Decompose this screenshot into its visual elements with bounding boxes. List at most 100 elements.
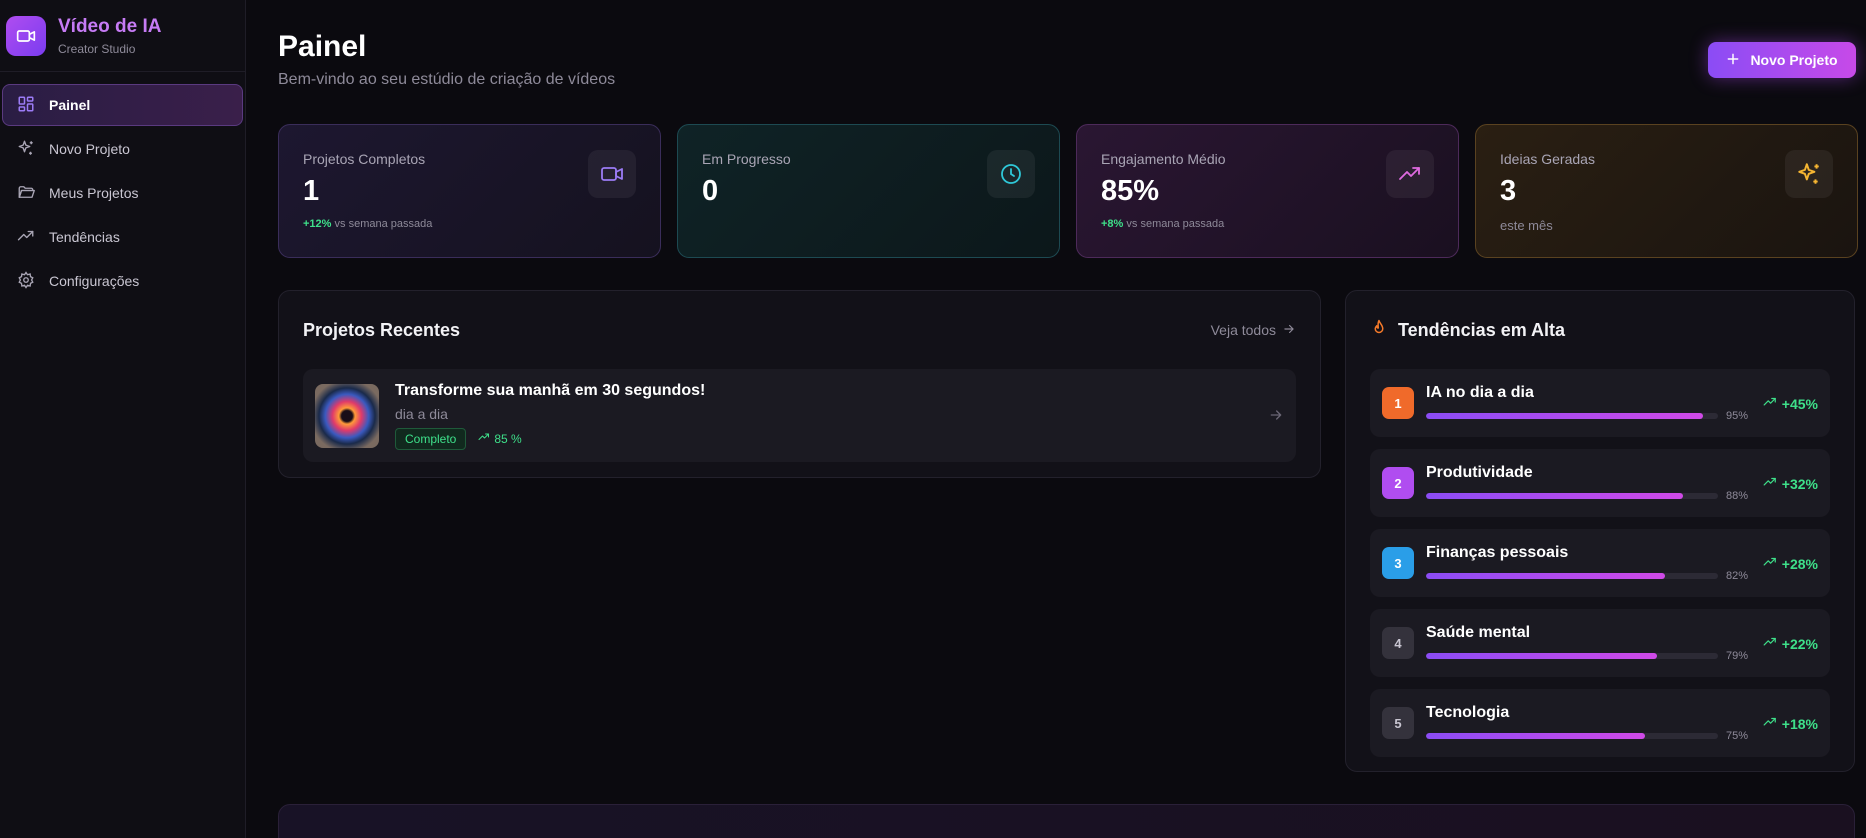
stat-note: +8% vs semana passada	[1101, 218, 1434, 230]
project-engagement: 85 %	[478, 431, 522, 446]
trend-progress-fill	[1426, 653, 1657, 659]
sidebar-item-meus-projetos[interactable]: Meus Projetos	[2, 172, 243, 214]
stat-note-text: vs semana passada	[334, 218, 433, 230]
stat-note-text: vs semana passada	[1126, 218, 1225, 230]
stat-value: 1	[303, 175, 320, 207]
status-badge: Completo	[395, 427, 467, 450]
trend-progress-fill	[1426, 493, 1683, 499]
trend-delta-value: +32%	[1781, 475, 1818, 492]
stat-label: Engajamento Médio	[1101, 151, 1226, 167]
sparkles-icon	[17, 139, 35, 160]
trend-name: Saúde mental	[1426, 624, 1531, 641]
trend-score: 79%	[1726, 650, 1749, 662]
rank-badge: 1	[1382, 387, 1414, 419]
dashboard-grid-icon	[17, 95, 35, 116]
trend-delta: +22%	[1763, 635, 1818, 652]
stat-delta: +12%	[303, 218, 332, 230]
trend-delta: +28%	[1763, 555, 1818, 572]
arrow-right-icon[interactable]	[1268, 407, 1284, 428]
trend-name: Tecnologia	[1426, 704, 1510, 721]
trend-delta-value: +22%	[1781, 635, 1818, 652]
trend-delta: +45%	[1763, 395, 1818, 412]
trend-score: 82%	[1726, 570, 1749, 582]
recent-projects-title: Projetos Recentes	[303, 319, 461, 340]
rank-badge: 4	[1382, 627, 1414, 659]
trend-progress-bar	[1426, 733, 1718, 739]
trend-progress-bar	[1426, 573, 1718, 579]
trend-list: 1 IA no dia a dia 95% +45% 2 Produtividade 88%…	[1370, 369, 1830, 757]
trend-progress-bar	[1426, 413, 1718, 419]
page-title: Painel	[278, 30, 367, 63]
trend-item[interactable]: 1 IA no dia a dia 95% +45%	[1370, 369, 1830, 437]
sidebar-item-label: Configurações	[49, 273, 140, 289]
recent-projects-panel: Projetos Recentes Veja todos Transforme …	[278, 290, 1321, 478]
trending-topics-panel: Tendências em Alta 1 IA no dia a dia 95% +4…	[1345, 290, 1855, 772]
brand-title: Vídeo de IA	[58, 15, 162, 37]
stat-note: +12% vs semana passada	[303, 218, 636, 230]
trend-delta: +18%	[1763, 715, 1818, 732]
stat-delta: +8%	[1101, 218, 1124, 230]
trend-progress-fill	[1426, 573, 1666, 579]
trend-delta: +32%	[1763, 475, 1818, 492]
trend-score: 88%	[1726, 490, 1749, 502]
stats-row: Projetos Completos 1 +12% vs semana pass…	[278, 124, 1858, 258]
trend-item[interactable]: 3 Finanças pessoais 82% +28%	[1370, 529, 1830, 597]
trend-name: Finanças pessoais	[1426, 544, 1569, 561]
brand[interactable]: Vídeo de IA Creator Studio	[0, 0, 245, 72]
trend-item[interactable]: 5 Tecnologia 75% +18%	[1370, 689, 1830, 757]
sidebar: Vídeo de IA Creator Studio Painel Novo P…	[0, 0, 246, 838]
stat-card-engagement[interactable]: Engajamento Médio 85% +8% vs semana pass…	[1076, 124, 1459, 258]
trend-item[interactable]: 2 Produtividade 88% +32%	[1370, 449, 1830, 517]
stat-card-completed[interactable]: Projetos Completos 1 +12% vs semana pass…	[278, 124, 661, 258]
see-all-link[interactable]: Veja todos	[1211, 322, 1296, 339]
sidebar-item-configuracoes[interactable]: Configurações	[2, 260, 243, 302]
trending-up-icon	[1386, 150, 1434, 198]
stat-value: 85%	[1101, 175, 1160, 207]
sidebar-item-label: Tendências	[49, 229, 120, 245]
stat-label: Projetos Completos	[303, 151, 426, 167]
stat-value: 3	[1500, 175, 1517, 207]
flame-icon	[1370, 319, 1388, 342]
sidebar-item-novo-projeto[interactable]: Novo Projeto	[2, 128, 243, 170]
trend-item[interactable]: 4 Saúde mental 79% +22%	[1370, 609, 1830, 677]
sidebar-nav: Painel Novo Projeto Meus Projetos Tendên…	[0, 72, 245, 316]
stat-card-in-progress[interactable]: Em Progresso 0	[677, 124, 1060, 258]
plus-icon	[1726, 52, 1740, 69]
bottom-panel	[278, 804, 1855, 838]
trend-progress-fill	[1426, 413, 1704, 419]
see-all-label: Veja todos	[1210, 322, 1276, 338]
project-thumbnail	[315, 383, 379, 448]
trend-delta-value: +28%	[1781, 555, 1818, 572]
project-title: Transforme sua manhã em 30 segundos!	[395, 381, 706, 399]
trend-progress-bar	[1426, 493, 1718, 499]
trend-delta-value: +45%	[1781, 395, 1818, 412]
brand-subtitle: Creator Studio	[58, 41, 136, 56]
page-subtitle: Bem-vindo ao seu estúdio de criação de v…	[278, 71, 616, 88]
trending-up-icon	[478, 431, 490, 446]
stat-card-ideas[interactable]: Ideias Geradas 3 este mês	[1475, 124, 1858, 258]
trending-up-icon	[17, 227, 35, 248]
trending-topics-title: Tendências em Alta	[1398, 319, 1566, 340]
new-project-label: Novo Projeto	[1750, 52, 1838, 68]
rank-badge: 5	[1382, 707, 1414, 739]
trend-delta-value: +18%	[1781, 715, 1818, 732]
sidebar-item-painel[interactable]: Painel	[2, 84, 243, 126]
video-camera-icon	[588, 150, 636, 198]
trending-up-icon	[1763, 475, 1777, 492]
trending-up-icon	[1763, 555, 1777, 572]
trending-up-icon	[1763, 715, 1777, 732]
new-project-button[interactable]: Novo Projeto	[1708, 42, 1856, 78]
project-row[interactable]: Transforme sua manhã em 30 segundos! dia…	[303, 369, 1296, 462]
sidebar-item-label: Novo Projeto	[49, 141, 130, 157]
clock-icon	[987, 150, 1035, 198]
sidebar-item-label: Meus Projetos	[49, 185, 139, 201]
rank-badge: 2	[1382, 467, 1414, 499]
stat-label: Ideias Geradas	[1500, 151, 1595, 167]
stat-label: Em Progresso	[702, 151, 791, 167]
trend-progress-bar	[1426, 653, 1718, 659]
folder-open-icon	[17, 183, 35, 204]
trend-name: Produtividade	[1426, 464, 1533, 481]
sidebar-item-tendencias[interactable]: Tendências	[2, 216, 243, 258]
trend-score: 95%	[1726, 410, 1749, 422]
engagement-value: 85 %	[494, 431, 522, 446]
